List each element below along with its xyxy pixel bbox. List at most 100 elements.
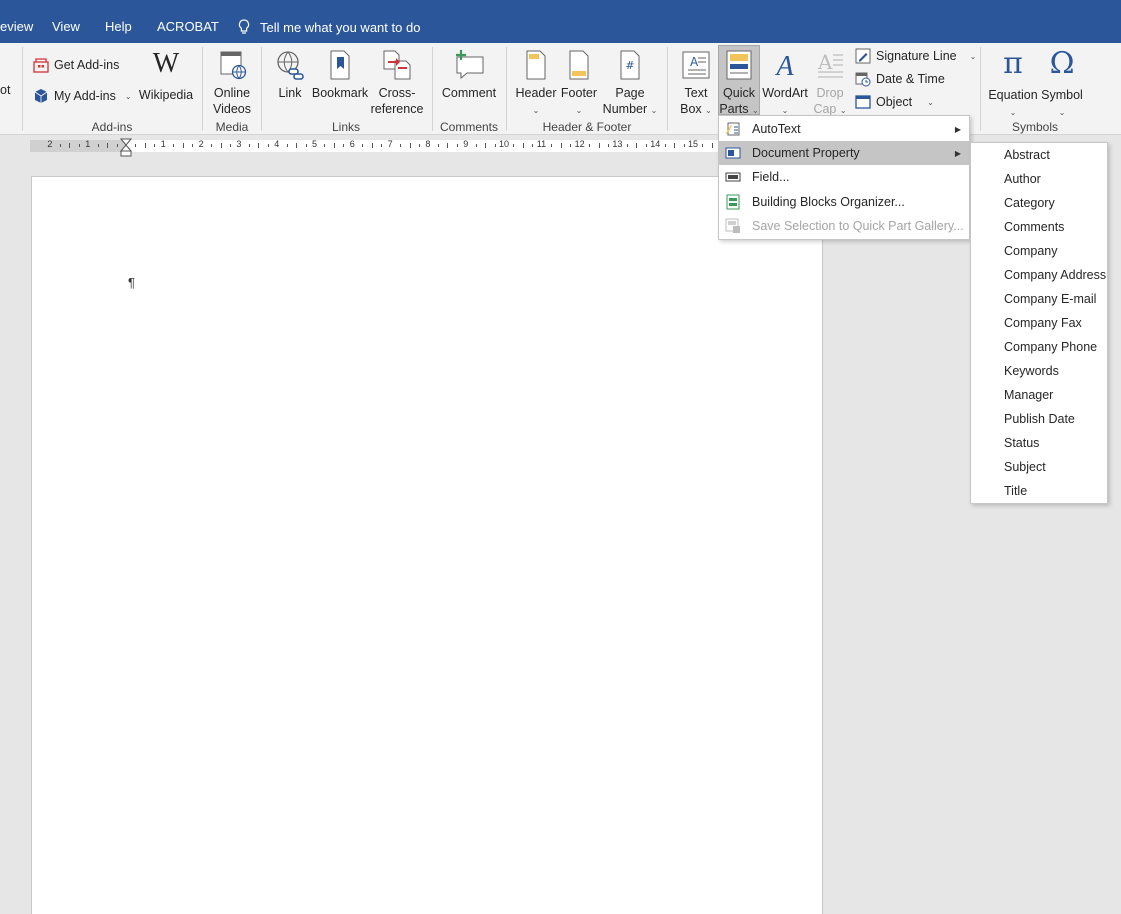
text-box-button[interactable]: A Text Box ⌄	[675, 49, 717, 119]
ruler-tick	[607, 144, 609, 147]
ruler-tick	[154, 144, 156, 147]
symbol-label: Symbol	[1041, 88, 1083, 102]
separator	[22, 47, 23, 131]
footer-label: Footer	[560, 86, 598, 100]
ruler-tick	[683, 144, 685, 147]
ruler-tick	[182, 143, 184, 148]
comment-label: Comment	[441, 86, 497, 100]
comment-button[interactable]: Comment	[438, 49, 500, 101]
property-item[interactable]: Comments	[1004, 220, 1064, 234]
document-page[interactable]: ¶	[31, 176, 823, 914]
ruler-number: 15	[688, 139, 699, 149]
tab-review[interactable]: eview	[0, 19, 33, 34]
menu-item-document-property[interactable]: Document Property ▶	[719, 141, 969, 165]
wikipedia-icon: W	[152, 48, 180, 79]
date-time-label: Date & Time	[876, 72, 945, 86]
property-item[interactable]: Company	[1004, 244, 1058, 258]
cross-reference-button[interactable]: Cross- reference	[368, 49, 426, 117]
ruler-tick	[296, 143, 298, 148]
ruler-number: 6	[349, 139, 355, 149]
page-number-button[interactable]: # Page Number ⌄	[600, 49, 660, 119]
ruler-tick	[135, 144, 137, 147]
wikipedia-button[interactable]: W Wikipedia	[138, 49, 194, 103]
equation-button[interactable]: π Equation ⌄	[986, 49, 1040, 121]
ruler-tick	[258, 143, 260, 148]
signature-pen-icon	[855, 48, 871, 64]
cross-reference-label-2: reference	[370, 102, 424, 116]
autotext-icon	[726, 122, 740, 136]
indent-marker-icon[interactable]	[120, 138, 132, 158]
property-item[interactable]: Abstract	[1004, 148, 1050, 162]
link-button[interactable]: Link	[270, 49, 310, 101]
ruler-tick	[229, 144, 231, 147]
group-label-symbols: Symbols	[1011, 120, 1058, 134]
tab-help[interactable]: Help	[105, 19, 132, 34]
tab-view[interactable]: View	[52, 19, 80, 34]
ruler-tick	[551, 144, 553, 147]
ruler-number: 4	[274, 139, 280, 149]
menu-item-building-blocks-organizer[interactable]: Building Blocks Organizer...	[719, 190, 969, 214]
my-addins-button[interactable]: My Add-ins ⌄	[33, 88, 132, 104]
separator	[980, 47, 981, 131]
menu-item-save-selection[interactable]: Save Selection to Quick Part Gallery...	[719, 214, 969, 238]
bookmark-button[interactable]: Bookmark	[310, 49, 370, 101]
signature-line-button[interactable]: Signature Line ⌄	[855, 48, 976, 64]
ruler-tick	[248, 144, 250, 147]
get-addins-button[interactable]: Get Add-ins	[33, 57, 119, 73]
object-label: Object	[876, 95, 913, 109]
date-time-button[interactable]: Date & Time	[855, 71, 945, 87]
omega-icon: Ω	[1049, 46, 1075, 81]
separator	[261, 47, 262, 131]
ruler-tick	[69, 143, 71, 148]
property-item[interactable]: Status	[1004, 436, 1039, 450]
object-button[interactable]: Object ⌄	[855, 94, 934, 110]
ruler-number: 12	[574, 139, 585, 149]
ruler-tick	[570, 144, 572, 147]
object-frame-icon	[855, 95, 871, 109]
ruler-tick	[173, 144, 175, 147]
wordart-button[interactable]: A WordArt ⌄	[760, 49, 810, 119]
property-item[interactable]: Manager	[1004, 388, 1053, 402]
online-videos-button[interactable]: Online Videos	[206, 49, 258, 117]
chevron-down-icon: ⌄	[1009, 108, 1017, 117]
property-item[interactable]: Company Phone	[1004, 340, 1097, 354]
footer-button[interactable]: Footer ⌄	[558, 49, 600, 119]
property-item[interactable]: Subject	[1004, 460, 1046, 474]
wordart-icon: A	[774, 51, 794, 81]
ruler-tick	[97, 144, 99, 147]
document-property-submenu: Abstract Author Category Comments Compan…	[970, 142, 1108, 504]
menu-item-label: Document Property	[752, 146, 860, 160]
property-item[interactable]: Company Address	[1004, 268, 1106, 282]
ruler-number: 2	[47, 139, 53, 149]
property-item[interactable]: Company Fax	[1004, 316, 1082, 330]
tab-acrobat[interactable]: ACROBAT	[157, 19, 219, 34]
ruler-number: 1	[160, 139, 166, 149]
ruler-tick	[267, 144, 269, 147]
ruler-tick	[418, 144, 420, 147]
menu-item-field[interactable]: Field...	[719, 165, 969, 189]
bookmark-icon	[330, 50, 350, 80]
quick-parts-button[interactable]: Quick Parts ⌄	[718, 49, 760, 119]
chevron-down-icon: ⌄	[575, 106, 583, 115]
property-item[interactable]: Keywords	[1004, 364, 1059, 378]
tell-me-search[interactable]: Tell me what you want to do	[238, 19, 420, 35]
ruler-tick	[437, 144, 439, 147]
quick-parts-menu: AutoText ▶ Document Property ▶ Field... …	[718, 115, 970, 240]
property-item[interactable]: Category	[1004, 196, 1055, 210]
chevron-down-icon: ⌄	[781, 106, 789, 115]
horizontal-ruler[interactable]: 2 1 1 2 3 4 5 6 7 8 9 10 11 12 13 14 15	[0, 138, 720, 157]
ruler-tick	[362, 144, 364, 147]
drop-cap-button[interactable]: A Drop Cap ⌄	[810, 49, 850, 119]
drop-cap-label-1: Drop	[816, 86, 844, 100]
property-item[interactable]: Author	[1004, 172, 1041, 186]
header-button[interactable]: Header ⌄	[514, 49, 558, 119]
chevron-down-icon: ⌄	[705, 106, 712, 115]
calendar-clock-icon	[855, 72, 871, 87]
property-item[interactable]: Publish Date	[1004, 412, 1075, 426]
symbol-button[interactable]: Ω Symbol ⌄	[1040, 49, 1084, 121]
menu-item-autotext[interactable]: AutoText ▶	[719, 117, 969, 141]
property-item[interactable]: Company E-mail	[1004, 292, 1096, 306]
text-box-label-2: Box	[680, 102, 702, 116]
submenu-arrow-icon: ▶	[954, 148, 961, 158]
property-item[interactable]: Title	[1004, 484, 1027, 498]
